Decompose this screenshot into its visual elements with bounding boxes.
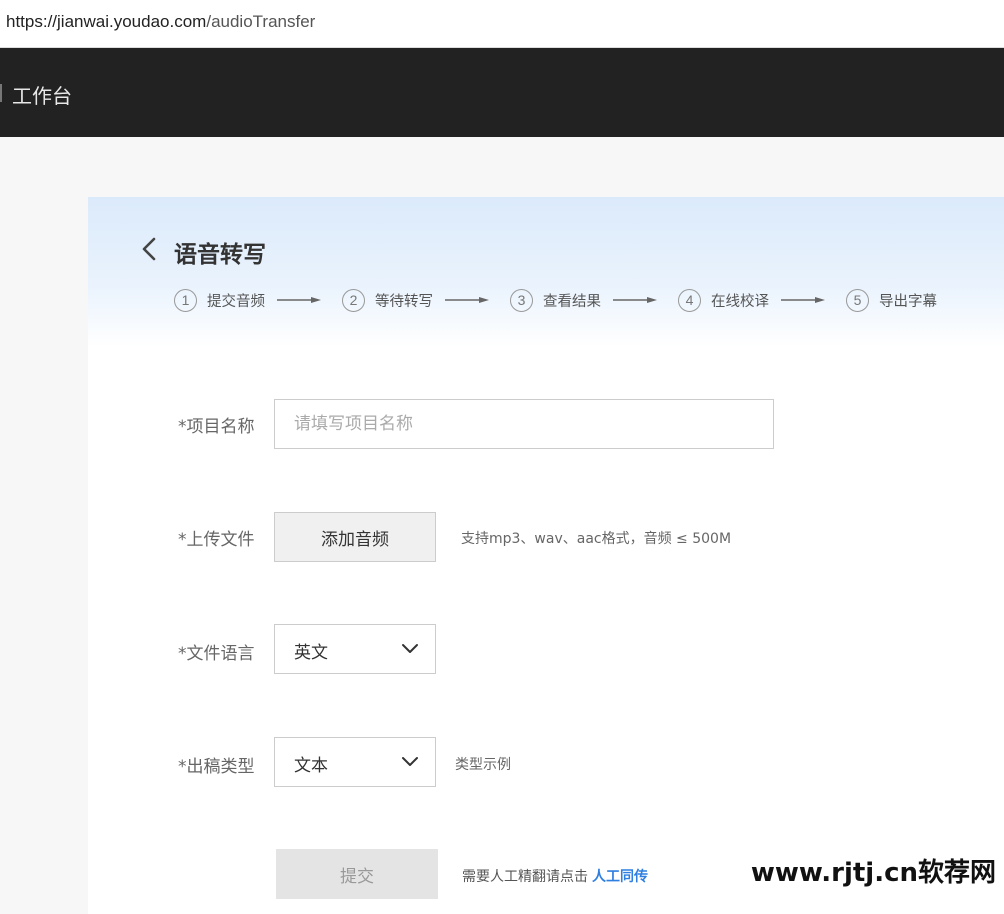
url-path: /audioTransfer — [206, 12, 316, 31]
step-1: 1 提交音频 — [174, 288, 321, 312]
step-5: 5 导出字幕 — [846, 288, 937, 312]
page-title: 语音转写 — [174, 242, 266, 268]
output-type-label: *出稿类型 — [178, 757, 255, 777]
step-label: 等待转写 — [375, 293, 433, 310]
language-select[interactable]: 英文 — [274, 624, 436, 674]
header-banner — [88, 197, 1004, 347]
nav-title-workbench[interactable]: 工作台 — [12, 80, 72, 109]
chevron-down-icon — [402, 644, 418, 653]
step-label: 在线校译 — [711, 293, 769, 310]
chevron-down-icon — [402, 757, 418, 766]
step-number: 4 — [678, 288, 701, 312]
project-name-input[interactable] — [275, 400, 773, 448]
upload-format-hint: 支持mp3、wav、aac格式，音频 ≤ 500M — [461, 531, 732, 547]
language-label: *文件语言 — [178, 644, 255, 664]
url-text[interactable]: https://jianwai.youdao.com/audioTransfer — [6, 12, 315, 32]
step-label: 导出字幕 — [879, 293, 937, 310]
project-name-field[interactable] — [274, 399, 774, 449]
step-3: 3 查看结果 — [510, 288, 657, 312]
manual-translation-text: 需要人工精翻请点击 — [462, 869, 588, 885]
arrow-right-icon — [781, 297, 825, 303]
chevron-left-icon — [142, 237, 156, 261]
step-number: 2 — [342, 288, 365, 312]
browser-url-bar[interactable]: https://jianwai.youdao.com/audioTransfer — [0, 0, 1004, 48]
step-label: 查看结果 — [543, 293, 601, 310]
arrow-right-icon — [277, 297, 321, 303]
arrow-right-icon — [613, 297, 657, 303]
url-domain: https://jianwai.youdao.com — [6, 12, 207, 31]
upload-label: *上传文件 — [178, 530, 255, 550]
site-watermark: www.rjtj.cn软荐网 — [750, 858, 996, 888]
arrow-right-icon — [445, 297, 489, 303]
step-number: 1 — [174, 288, 197, 312]
submit-button[interactable]: 提交 — [276, 849, 438, 899]
language-selected-value: 英文 — [294, 643, 328, 663]
top-nav: 工作台 — [0, 48, 1004, 137]
main-card: 语音转写 1 提交音频 2 等待转写 3 查看结果 4 在线校译 5 导出字幕 … — [88, 197, 1004, 914]
output-type-selected-value: 文本 — [294, 756, 328, 776]
step-label: 提交音频 — [207, 293, 265, 310]
step-number: 3 — [510, 288, 533, 312]
back-button[interactable] — [138, 235, 162, 263]
add-audio-button[interactable]: 添加音频 — [274, 512, 436, 562]
step-number: 5 — [846, 288, 869, 312]
manual-interpret-link[interactable]: 人工同传 — [592, 869, 648, 885]
step-4: 4 在线校译 — [678, 288, 825, 312]
project-name-label: *项目名称 — [178, 417, 255, 437]
step-2: 2 等待转写 — [342, 288, 489, 312]
manual-translation-hint: 需要人工精翻请点击 人工同传 — [462, 866, 648, 886]
nav-separator — [0, 84, 2, 102]
output-type-select[interactable]: 文本 — [274, 737, 436, 787]
type-example-link[interactable]: 类型示例 — [455, 754, 511, 774]
